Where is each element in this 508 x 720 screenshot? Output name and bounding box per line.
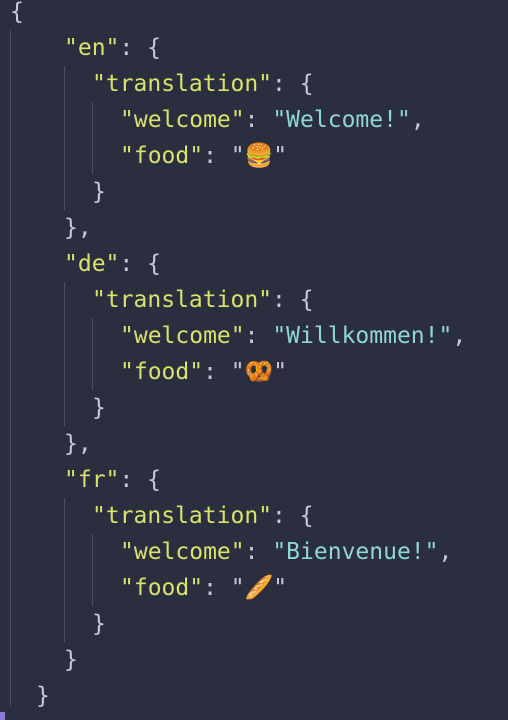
json-key: "translation" bbox=[92, 71, 273, 97]
json-punctuation: , bbox=[410, 107, 425, 133]
json-key: "welcome" bbox=[120, 323, 245, 349]
code-line: }, bbox=[64, 426, 92, 462]
food-emoji: 🥖 bbox=[244, 575, 274, 601]
json-key: "en" bbox=[64, 35, 120, 61]
json-punctuation: : " bbox=[203, 143, 245, 169]
json-punctuation: : { bbox=[119, 251, 161, 277]
code-line: } bbox=[36, 678, 50, 714]
code-line: "food": "🍔" bbox=[120, 138, 287, 174]
json-punctuation: } bbox=[92, 611, 106, 637]
code-editor[interactable]: {"en": {"translation": {"welcome": "Welc… bbox=[0, 0, 508, 720]
indent-guide-line bbox=[64, 66, 65, 210]
json-punctuation: , bbox=[452, 323, 467, 349]
json-punctuation: : { bbox=[119, 467, 161, 493]
json-key: "food" bbox=[120, 575, 204, 601]
code-line: }, bbox=[64, 210, 92, 246]
json-key: "welcome" bbox=[120, 539, 245, 565]
json-string: "Willkommen!" bbox=[272, 323, 453, 349]
json-punctuation: } bbox=[92, 179, 106, 205]
indent-guide-line bbox=[92, 534, 93, 606]
code-line: } bbox=[64, 642, 78, 678]
json-key: "translation" bbox=[92, 287, 273, 313]
code-line: "translation": { bbox=[92, 66, 314, 102]
json-punctuation: { bbox=[10, 0, 24, 25]
json-punctuation: } bbox=[92, 395, 106, 421]
json-punctuation: : bbox=[244, 323, 273, 349]
indent-guide-line bbox=[64, 282, 65, 426]
indent-guide-line bbox=[10, 30, 11, 706]
json-punctuation: : " bbox=[203, 575, 245, 601]
code-line: "welcome": "Willkommen!", bbox=[120, 318, 466, 354]
json-punctuation: : { bbox=[272, 287, 314, 313]
scroll-indicator bbox=[0, 712, 5, 720]
json-key: "food" bbox=[120, 143, 204, 169]
json-punctuation: : " bbox=[203, 359, 245, 385]
json-punctuation: " bbox=[273, 359, 288, 385]
json-punctuation: , bbox=[438, 539, 453, 565]
json-punctuation: " bbox=[273, 575, 288, 601]
code-line: "welcome": "Bienvenue!", bbox=[120, 534, 452, 570]
code-line: "food": "🥨" bbox=[120, 354, 287, 390]
indent-guide-line bbox=[92, 102, 93, 174]
code-line: } bbox=[92, 174, 106, 210]
code-line: "welcome": "Welcome!", bbox=[120, 102, 425, 138]
json-key: "de" bbox=[64, 251, 120, 277]
code-line: "translation": { bbox=[92, 498, 314, 534]
json-key: "fr" bbox=[64, 467, 120, 493]
json-string: "Welcome!" bbox=[272, 107, 411, 133]
json-punctuation: }, bbox=[64, 431, 92, 457]
indent-guide-line bbox=[64, 498, 65, 642]
code-line: { bbox=[10, 0, 24, 30]
code-line: "de": { bbox=[64, 246, 161, 282]
code-line: "fr": { bbox=[64, 462, 161, 498]
food-emoji: 🍔 bbox=[244, 143, 274, 169]
code-line: } bbox=[92, 606, 106, 642]
json-punctuation: " bbox=[273, 143, 288, 169]
code-line: "translation": { bbox=[92, 282, 314, 318]
json-string: "Bienvenue!" bbox=[272, 539, 439, 565]
json-punctuation: }, bbox=[64, 215, 92, 241]
json-punctuation: : bbox=[244, 107, 273, 133]
json-punctuation: } bbox=[64, 647, 78, 673]
json-punctuation: } bbox=[36, 683, 50, 709]
code-line: "food": "🥖" bbox=[120, 570, 287, 606]
code-line: } bbox=[92, 390, 106, 426]
json-punctuation: : { bbox=[272, 503, 314, 529]
json-punctuation: : bbox=[244, 539, 273, 565]
json-key: "translation" bbox=[92, 503, 273, 529]
json-key: "welcome" bbox=[120, 107, 245, 133]
json-punctuation: : { bbox=[119, 35, 161, 61]
code-line: "en": { bbox=[64, 30, 161, 66]
json-key: "food" bbox=[120, 359, 204, 385]
indent-guide-line bbox=[92, 318, 93, 390]
json-punctuation: : { bbox=[272, 71, 314, 97]
food-emoji: 🥨 bbox=[244, 359, 274, 385]
